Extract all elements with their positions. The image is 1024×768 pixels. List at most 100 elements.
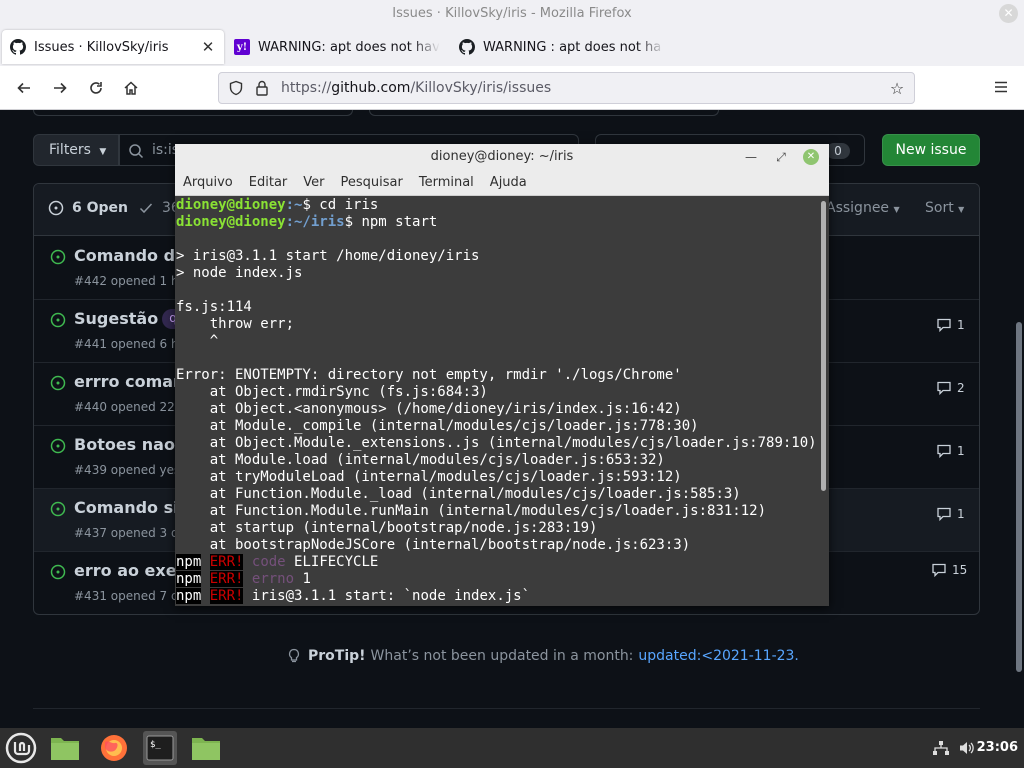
tab-title: Issues · KillovSky/iris — [34, 39, 169, 55]
menu-terminal[interactable]: Terminal — [419, 175, 474, 190]
footer-divider — [33, 708, 980, 709]
terminal-titlebar[interactable]: dioney@dioney: ~/iris — ⤢ ✕ — [175, 144, 829, 170]
protip-link[interactable]: updated:<2021-11-23. — [638, 648, 798, 664]
comment-count[interactable]: 1 — [936, 443, 965, 459]
npm-error-value: ELIFECYCLE — [285, 554, 379, 570]
page-scrollbar[interactable] — [1012, 110, 1024, 728]
linux-mint-icon — [5, 732, 37, 764]
arrow-left-icon — [17, 82, 30, 94]
comment-icon — [937, 318, 951, 333]
forward-button[interactable] — [48, 76, 72, 100]
terminal-scrollbar-thumb[interactable] — [821, 201, 826, 491]
tab-warning-yahoo[interactable]: y! WARNING: apt does not hav — [226, 30, 448, 64]
tab-warning-github[interactable]: WARNING : apt does not ha — [451, 30, 673, 64]
clock[interactable]: 23:06 — [977, 740, 1018, 755]
filters-label: Filters — [49, 142, 91, 158]
github-icon — [10, 39, 26, 55]
output-line: fs.js:114 — [176, 299, 252, 315]
lock-icon[interactable] — [253, 79, 271, 97]
new-issue-button[interactable]: New issue — [882, 134, 980, 166]
npm-error-value: 1 — [294, 571, 311, 587]
top-control-remnant — [33, 110, 353, 116]
issue-opened-icon — [50, 438, 66, 454]
tab-title: WARNING : apt does not ha — [483, 39, 662, 55]
tab-strip: Issues · KillovSky/iris ✕ y! WARNING: ap… — [0, 28, 1024, 84]
output-line: at tryModuleLoad (internal/modules/cjs/l… — [176, 469, 682, 485]
firefox-icon — [101, 735, 127, 761]
folder-icon — [51, 738, 79, 760]
shield-icon[interactable] — [227, 79, 245, 97]
volume-icon[interactable] — [958, 740, 976, 756]
output-line: Error: ENOTEMPTY: directory not empty, r… — [176, 367, 682, 383]
closed-issues-filter[interactable]: 36 — [138, 200, 180, 216]
output-line: at Function.Module._load (internal/modul… — [176, 486, 741, 502]
comment-count[interactable]: 1 — [936, 317, 965, 333]
tab-issues[interactable]: Issues · KillovSky/iris ✕ — [2, 30, 224, 64]
err-tag: ERR! — [209, 588, 244, 604]
menu-ver[interactable]: Ver — [303, 175, 324, 190]
output-line: throw err; — [176, 316, 295, 332]
comment-icon — [937, 381, 951, 396]
taskbar-files[interactable] — [48, 731, 82, 765]
comment-count[interactable]: 1 — [936, 506, 965, 522]
svg-text:$_: $_ — [150, 740, 161, 750]
menu-arquivo[interactable]: Arquivo — [183, 175, 233, 190]
comment-count-value: 1 — [957, 318, 965, 332]
output-line: at Module._compile (internal/modules/cjs… — [176, 418, 699, 434]
output-line: > node index.js — [176, 265, 303, 281]
menu-editar[interactable]: Editar — [249, 175, 288, 190]
navigation-toolbar: https://github.com/KillovSky/iris/issues… — [0, 66, 1024, 110]
menu-ajuda[interactable]: Ajuda — [490, 175, 527, 190]
back-button[interactable] — [12, 76, 36, 100]
issue-opened-icon — [50, 375, 66, 391]
terminal-window[interactable]: dioney@dioney: ~/iris — ⤢ ✕ Arquivo Edit… — [175, 144, 829, 606]
prompt-path: :~/iris — [285, 214, 345, 230]
caret-down-icon: ▼ — [893, 205, 900, 214]
output-line: at Object.Module._extensions..js (intern… — [176, 435, 817, 451]
page-scrollbar-thumb[interactable] — [1016, 322, 1022, 672]
caret-down-icon: ▼ — [958, 205, 965, 214]
caret-down-icon: ▼ — [99, 147, 107, 157]
output-line: ^ — [176, 333, 219, 349]
bookmark-star-icon[interactable]: ☆ — [886, 79, 908, 98]
output-line: at startup (internal/bootstrap/node.js:2… — [176, 520, 598, 536]
reload-button[interactable] — [84, 76, 108, 100]
npm-error-key: errno — [251, 571, 295, 587]
taskbar-files-window[interactable] — [189, 731, 223, 765]
hamburger-menu-icon[interactable] — [992, 78, 1010, 96]
terminal-output[interactable]: dioney@dioney:~$ cd iris dioney@dioney:~/… — [175, 197, 818, 606]
issue-title[interactable]: Comando sig — [74, 498, 190, 517]
npm-error-key: code — [251, 554, 286, 570]
menu-pesquisar[interactable]: Pesquisar — [341, 175, 403, 190]
maximize-icon[interactable]: ⤢ — [773, 149, 789, 165]
issue-title[interactable]: Sugestão — [74, 309, 158, 328]
output-line: at Function.Module.runMain (internal/mod… — [176, 503, 767, 519]
issue-opened-icon — [50, 501, 66, 517]
filters-button[interactable]: Filters ▼ — [33, 134, 119, 166]
npm-error-lines: npm ERR! code ELIFECYCLE npm ERR! errno 1… — [176, 554, 818, 605]
assignee-filter-dropdown[interactable]: Assignee ▼ — [826, 200, 900, 216]
output-lines: > iris@3.1.1 start /home/dioney/iris > no… — [176, 231, 818, 554]
comment-count[interactable]: 15 — [931, 562, 967, 578]
network-icon[interactable] — [932, 740, 950, 756]
url-prefix: https:// — [281, 80, 332, 96]
prompt-user: dioney@dioney — [176, 197, 286, 213]
comment-count[interactable]: 2 — [936, 380, 965, 396]
terminal-scrollbar[interactable] — [819, 197, 829, 606]
npm-tag: npm — [176, 571, 202, 587]
close-tab-icon[interactable]: ✕ — [200, 38, 216, 56]
mint-menu-button[interactable] — [4, 731, 38, 765]
sort-dropdown[interactable]: Sort ▼ — [925, 200, 964, 216]
url-bar[interactable]: https://github.com/KillovSky/iris/issues… — [218, 72, 915, 104]
window-close-button[interactable]: ✕ — [999, 4, 1018, 23]
close-icon[interactable]: ✕ — [803, 149, 819, 165]
url-text[interactable]: https://github.com/KillovSky/iris/issues — [281, 80, 886, 96]
open-issues-filter[interactable]: 6 Open — [48, 200, 128, 216]
minimize-icon[interactable]: — — [743, 149, 759, 165]
home-button[interactable] — [119, 76, 143, 100]
taskbar-firefox[interactable] — [97, 731, 131, 765]
taskbar-terminal[interactable]: $_ — [143, 731, 177, 765]
issue-opened-icon — [50, 249, 66, 265]
